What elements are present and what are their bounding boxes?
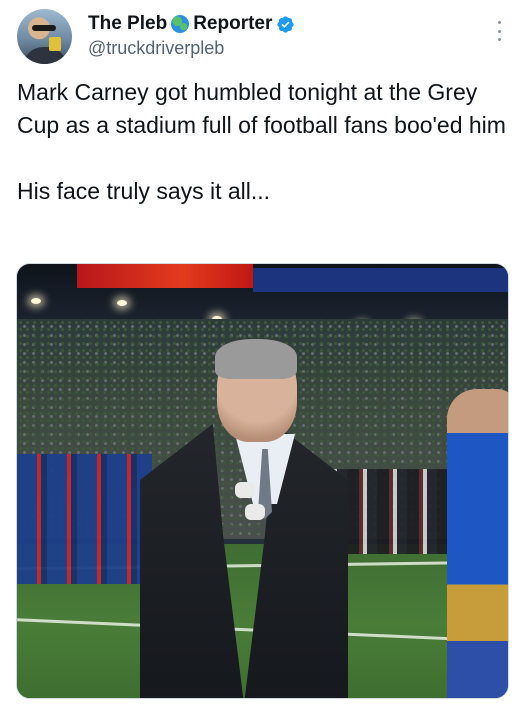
- author-name-row[interactable]: The Pleb Reporter: [88, 12, 295, 36]
- tweet-text: Mark Carney got humbled tonight at the G…: [17, 76, 507, 208]
- avatar-glasses: [32, 25, 56, 31]
- players-lineup: [17, 454, 152, 584]
- stadium-light: [117, 300, 127, 306]
- right-person: [447, 389, 508, 698]
- avatar-phone: [49, 37, 61, 51]
- globe-icon: [171, 15, 190, 33]
- author-handle[interactable]: @truckdriverpleb: [88, 38, 224, 59]
- jacket-patch: [245, 504, 265, 520]
- more-options-icon[interactable]: [490, 18, 508, 44]
- author-avatar[interactable]: [17, 9, 72, 64]
- tweet-paragraph: His face truly says it all...: [17, 178, 271, 204]
- author-display-name-suffix[interactable]: Reporter: [193, 13, 272, 35]
- verified-badge-icon: [277, 15, 294, 33]
- stadium-scoreboard: [77, 264, 253, 288]
- jacket-patch: [235, 482, 255, 498]
- author-display-name[interactable]: The Pleb: [88, 13, 167, 35]
- tweet-media-image[interactable]: [16, 263, 509, 699]
- man-hair: [215, 339, 297, 379]
- stadium-light: [31, 298, 41, 304]
- tweet-paragraph: Mark Carney got humbled tonight at the G…: [17, 79, 506, 138]
- stadium-banner: [253, 268, 508, 292]
